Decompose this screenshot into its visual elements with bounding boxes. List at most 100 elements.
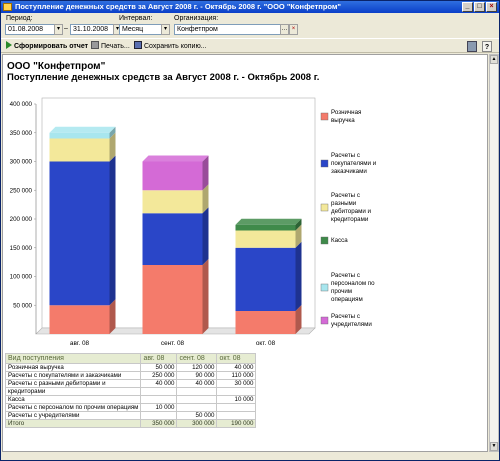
value-cell: 120 000: [176, 363, 218, 372]
y-tick-label: 350 000: [10, 130, 33, 137]
legend-label: учредителями: [331, 321, 372, 328]
legend-swatch: [320, 112, 329, 121]
date-separator: –: [64, 25, 68, 32]
toolbar: Сформировать отчет Печать... Сохранить к…: [1, 38, 499, 53]
legend-label: кредиторами: [331, 216, 369, 223]
save-copy-button[interactable]: Сохранить копию...: [134, 41, 207, 52]
scroll-up-arrow[interactable]: ▲: [490, 55, 498, 64]
legend-label: Касса: [331, 237, 348, 244]
interval-select[interactable]: Месяц: [119, 24, 162, 35]
table-row: Расчеты с персоналом по прочим операциям…: [4, 403, 257, 412]
bar-top: [235, 218, 302, 225]
settings-icon[interactable]: [467, 41, 477, 52]
y-tick-label: 300 000: [10, 159, 33, 166]
stacked-bar-chart: 400 000 350 000 300 000 250 000 200 000 150 0…: [10, 97, 377, 347]
y-tick-label: 200 000: [10, 216, 33, 223]
table-row: Расчеты с покупателями и заказчиками 250 …: [4, 371, 257, 380]
value-cell: авг. 08: [140, 353, 178, 364]
close-button[interactable]: ×: [486, 2, 497, 12]
date-from-field[interactable]: 01.08.2008: [5, 24, 55, 35]
value-cell: [216, 387, 257, 396]
value-cell: 90 000: [176, 371, 218, 380]
legend-label: покупателями и: [331, 160, 377, 167]
value-cell: 40 000: [176, 379, 218, 388]
legend-label: разными: [331, 200, 357, 207]
interval-label: Интервал:: [119, 15, 153, 22]
title-bar[interactable]: Поступление денежных средств за Август 2…: [1, 1, 499, 13]
legend-swatch: [320, 159, 329, 168]
maximize-button[interactable]: □: [474, 2, 485, 12]
y-tick-label: 100 000: [10, 274, 33, 281]
table-row: Расчеты с учредителями 50 000: [4, 411, 257, 420]
legend-swatch: [320, 203, 329, 212]
legend-swatch: [320, 236, 329, 245]
bar-segment-side: [202, 207, 209, 265]
y-tick-label: 150 000: [10, 245, 33, 252]
value-cell: 110 000: [216, 371, 257, 380]
minimize-button[interactable]: _: [462, 2, 473, 12]
row-label-cell: Вид поступления: [4, 353, 142, 364]
x-category-label: окт. 08: [256, 340, 276, 347]
y-tick-label: 250 000: [10, 187, 33, 194]
value-cell: [176, 403, 218, 412]
bar-segment-side: [202, 259, 209, 334]
bar-top: [142, 155, 209, 162]
vertical-scrollbar[interactable]: ▲ ▼: [489, 54, 499, 452]
help-icon[interactable]: ?: [482, 41, 492, 52]
bar-top: [49, 126, 116, 133]
bar-segment-side: [109, 155, 116, 306]
report-area: ООО "Конфетпром" Поступление денежных ср…: [2, 54, 488, 452]
organization-field[interactable]: Конфетпром: [174, 24, 281, 35]
y-tick-label: 50 000: [13, 302, 32, 309]
value-cell: 190 000: [216, 419, 257, 428]
legend-swatch: [320, 283, 329, 292]
bar-segment: [49, 305, 110, 334]
period-label: Период:: [6, 15, 33, 22]
app-icon: [3, 3, 12, 11]
value-cell: окт. 08: [216, 353, 257, 364]
legend-label: Расчеты с: [331, 192, 360, 199]
organization-clear-button[interactable]: ×: [289, 24, 298, 35]
value-cell: [140, 395, 178, 404]
table-row: Касса 10 000: [4, 395, 257, 404]
value-cell: 40 000: [140, 379, 178, 388]
value-cell: [140, 411, 178, 420]
bar-segment: [49, 138, 110, 162]
legend-label: дебиторами и: [331, 208, 371, 215]
row-label-cell: Итого: [4, 419, 142, 428]
scroll-down-arrow[interactable]: ▼: [490, 442, 498, 451]
bar-segment: [49, 161, 110, 306]
value-cell: [140, 387, 178, 396]
date-to-field[interactable]: 31.10.2008: [70, 24, 114, 35]
legend-label: персоналом по: [331, 280, 375, 287]
date-from-dropdown[interactable]: ▾: [54, 24, 63, 35]
value-cell: 30 000: [216, 379, 257, 388]
table-header-row: Вид поступления авг. 08 сент. 08 окт. 08: [4, 353, 257, 364]
print-button[interactable]: Печать...: [91, 41, 130, 52]
value-cell: 10 000: [140, 403, 178, 412]
legend-label: Расчеты с: [331, 313, 360, 320]
x-category-label: сент. 08: [161, 340, 185, 347]
row-label-cell: Розничная выручка: [4, 363, 142, 372]
value-cell: 50 000: [140, 363, 178, 372]
organization-label: Организация:: [174, 15, 219, 22]
floppy-disk-icon: [134, 41, 142, 49]
y-tick-label: 400 000: [10, 101, 33, 108]
bar-segment: [142, 161, 203, 191]
legend-label: Расчеты с: [331, 152, 360, 159]
printer-icon: [91, 41, 99, 49]
print-label: Печать...: [101, 43, 130, 50]
organization-select-button[interactable]: …: [280, 24, 289, 35]
bar-segment: [235, 230, 296, 248]
legend-label: Розничная: [331, 109, 361, 116]
legend-swatch: [320, 316, 329, 325]
bar-segment: [142, 265, 203, 334]
generate-report-button[interactable]: Сформировать отчет: [6, 41, 88, 52]
table-row: Розничная выручка 50 000 120 000 40 000: [4, 363, 257, 372]
value-cell: 50 000: [176, 411, 218, 420]
legend-label: заказчиками: [331, 168, 367, 175]
play-icon: [6, 41, 12, 49]
row-label-cell: Касса: [4, 395, 142, 404]
interval-dropdown[interactable]: ▾: [161, 24, 170, 35]
bar-segment: [142, 190, 203, 214]
